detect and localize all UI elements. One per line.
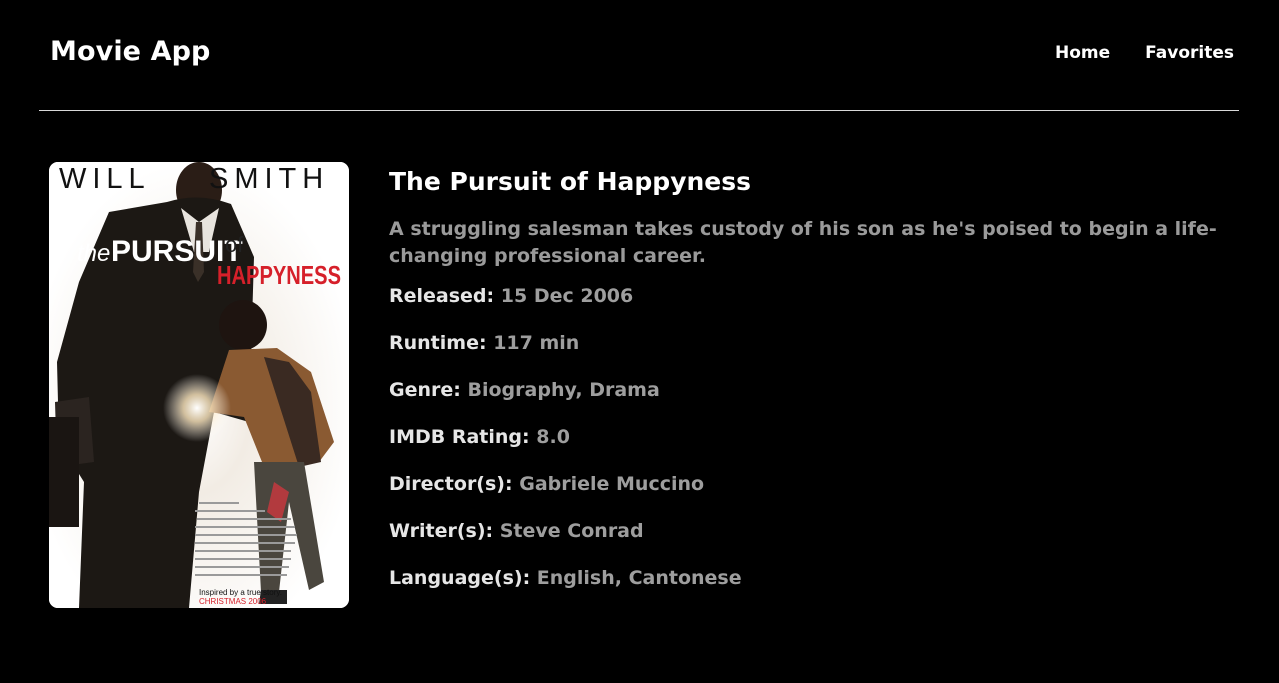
nav-favorites-link[interactable]: Favorites — [1145, 43, 1234, 63]
poster-release-date: CHRISTMAS 2006 — [199, 597, 267, 606]
detail-label: Runtime: — [389, 332, 487, 354]
poster-title-happyness: HAPPYNESS — [217, 260, 341, 290]
poster-actor-last: SMITH — [209, 163, 329, 195]
poster-title-the: the — [77, 240, 110, 267]
detail-runtime: Runtime: 117 min — [389, 331, 1229, 355]
detail-value: Biography, Drama — [467, 379, 660, 401]
detail-label: Writer(s): — [389, 520, 494, 542]
detail-value: 15 Dec 2006 — [500, 285, 634, 307]
movie-app: Movie App Home Favorites WILL SMITH the … — [0, 0, 1279, 683]
detail-genre: Genre: Biography, Drama — [389, 378, 1229, 402]
nav-home-link[interactable]: Home — [1055, 43, 1110, 63]
poster-actor-first: WILL — [59, 163, 151, 195]
header: Movie App Home Favorites — [0, 0, 1279, 111]
detail-directors: Director(s): Gabriele Muccino — [389, 472, 1229, 496]
detail-label: Released: — [389, 285, 495, 307]
detail-value: Gabriele Muccino — [519, 473, 705, 495]
movie-poster: WILL SMITH the PURSUIT of HAPPYNESS Insp… — [49, 162, 349, 608]
poster-light-flare — [163, 374, 231, 442]
poster-title-of: of — [225, 232, 244, 257]
detail-languages: Language(s): English, Cantonese — [389, 566, 1229, 590]
movie-details: The Pursuit of Happyness A struggling sa… — [389, 166, 1229, 613]
detail-label: IMDB Rating: — [389, 426, 530, 448]
detail-value: 117 min — [493, 332, 580, 354]
detail-imdb-rating: IMDB Rating: 8.0 — [389, 425, 1229, 449]
detail-writers: Writer(s): Steve Conrad — [389, 519, 1229, 543]
detail-label: Director(s): — [389, 473, 513, 495]
detail-value: 8.0 — [536, 426, 570, 448]
header-divider — [39, 110, 1239, 111]
detail-value: English, Cantonese — [536, 567, 742, 589]
detail-released: Released: 15 Dec 2006 — [389, 284, 1229, 308]
detail-value: Steve Conrad — [499, 520, 644, 542]
poster-tagline: Inspired by a true story. — [199, 588, 282, 597]
detail-label: Language(s): — [389, 567, 531, 589]
main-nav: Home Favorites — [1055, 43, 1234, 63]
movie-title: The Pursuit of Happyness — [389, 167, 752, 196]
detail-label: Genre: — [389, 379, 461, 401]
movie-plot: A struggling salesman takes custody of h… — [389, 218, 1217, 267]
app-brand[interactable]: Movie App — [50, 36, 210, 67]
